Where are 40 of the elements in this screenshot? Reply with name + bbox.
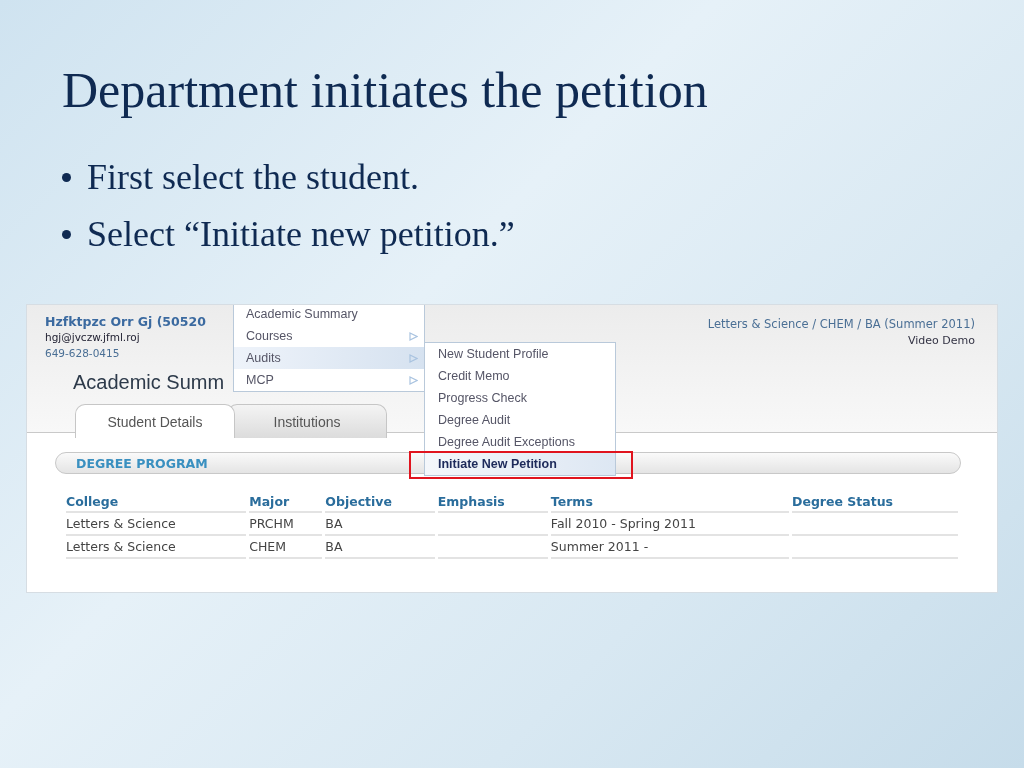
- column-header: Objective: [325, 492, 435, 514]
- student-phone: 649-628-0415: [45, 346, 120, 362]
- submenu-arrow-icon: [409, 375, 418, 385]
- column-header: Emphasis: [437, 492, 548, 514]
- submenu-arrow-icon: [409, 353, 418, 363]
- submenu-item[interactable]: Degree Audit Exceptions: [425, 431, 615, 454]
- submenu-item[interactable]: Degree Audit: [425, 409, 615, 432]
- bullet-icon: [62, 173, 71, 183]
- column-header: College: [66, 492, 247, 514]
- table-cell: Fall 2010 - Spring 2011: [550, 513, 790, 537]
- bullet-text: First select the student.: [87, 156, 419, 199]
- video-demo-link[interactable]: Video Demo: [908, 334, 975, 348]
- submenu-item[interactable]: Progress Check: [425, 387, 615, 410]
- menu-item[interactable]: MCP: [234, 369, 424, 392]
- table-cell: Letters & Science: [66, 536, 247, 560]
- student-email: hgj@jvczw.jfml.roj: [45, 330, 140, 346]
- submenu-item[interactable]: New Student Profile: [425, 343, 615, 366]
- column-header: Terms: [550, 492, 790, 514]
- page-heading: Academic Summ: [73, 371, 225, 395]
- table-cell: Letters & Science: [66, 513, 247, 537]
- menu-item[interactable]: Courses: [234, 325, 424, 348]
- tab[interactable]: Student Details: [75, 404, 235, 439]
- submenu-arrow-icon: [409, 331, 418, 341]
- submenu-item[interactable]: Initiate New Petition: [425, 453, 615, 476]
- column-header: Major: [249, 492, 323, 514]
- column-header: Degree Status: [792, 492, 958, 514]
- bullet-text: Select “Initiate new petition.”: [87, 213, 515, 257]
- slide-title: Department initiates the petition: [62, 61, 708, 120]
- table-cell: Summer 2011 -: [550, 536, 790, 560]
- table-cell: BA: [325, 513, 435, 537]
- student-name: Hzfktpzc Orr Gj (50520: [45, 314, 206, 330]
- menu-item[interactable]: Audits: [234, 347, 424, 370]
- program-info: Letters & Science / CHEM / BA (Summer 2011): [707, 317, 975, 332]
- table-cell: BA: [325, 536, 435, 560]
- menu-item[interactable]: Academic Summary: [234, 305, 424, 326]
- table-cell: PRCHM: [249, 513, 323, 537]
- table-cell: CHEM: [249, 536, 323, 560]
- section-title: DEGREE PROGRAM: [76, 455, 208, 471]
- submenu-item[interactable]: Credit Memo: [425, 365, 615, 388]
- bullet-icon: [62, 230, 71, 240]
